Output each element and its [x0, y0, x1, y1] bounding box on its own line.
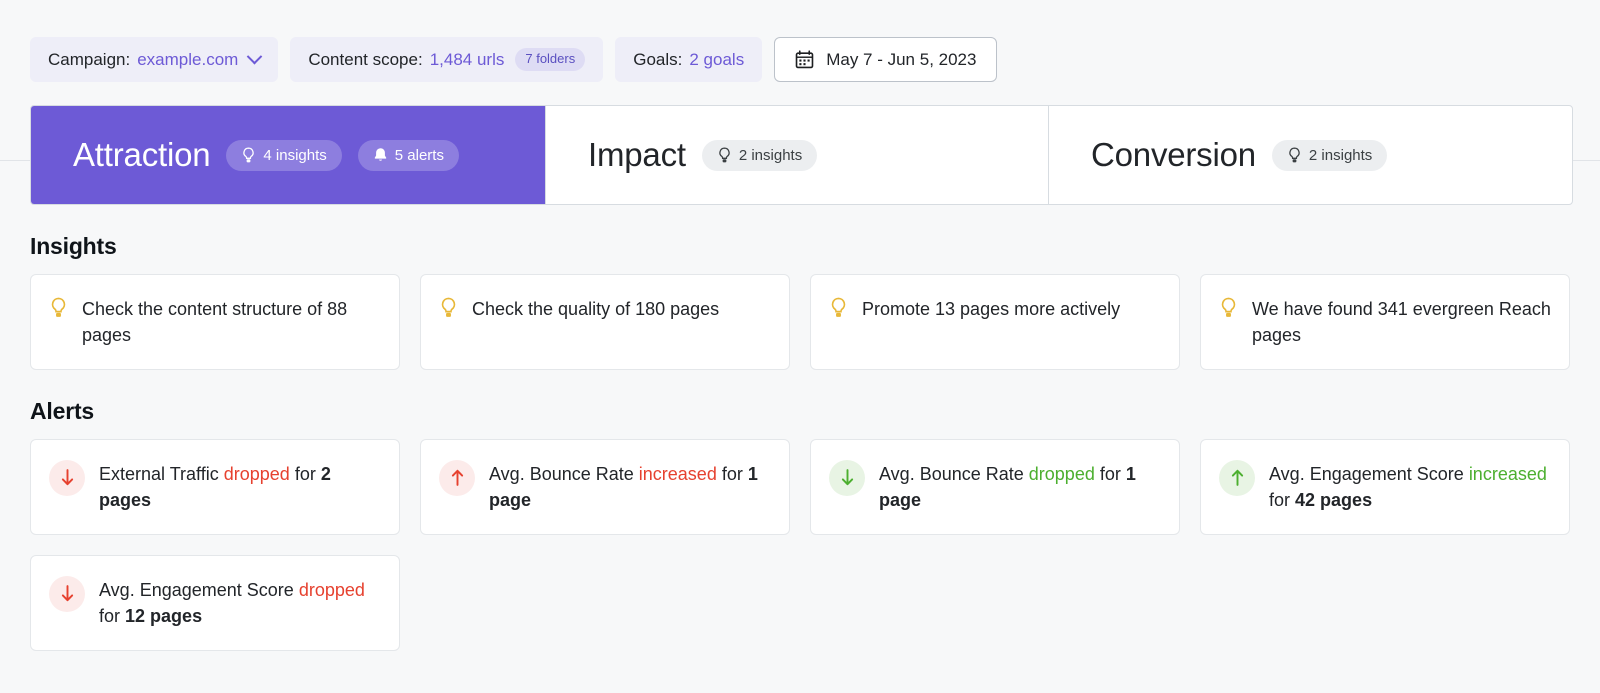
alert-change: dropped — [298, 579, 365, 600]
campaign-filter[interactable]: Campaign: example.com — [30, 37, 279, 82]
alert-connector: for — [294, 463, 316, 484]
campaign-label: Campaign: — [48, 49, 131, 69]
goals-value: 2 goals — [689, 49, 745, 69]
alert-metric: Avg. Engagement Score — [1269, 463, 1464, 484]
alert-metric: External Traffic — [99, 463, 219, 484]
content-scope-filter[interactable]: Content scope: 1,484 urls 7 folders — [290, 37, 604, 82]
campaign-value: example.com — [137, 49, 239, 69]
alerts-heading: Alerts — [30, 397, 94, 424]
tab-attraction-alerts-text: 5 alerts — [394, 146, 444, 164]
insight-card[interactable]: Promote 13 pages more actively — [810, 274, 1180, 370]
alert-change: increased — [638, 463, 717, 484]
arrow-down-icon — [829, 459, 865, 496]
alert-connector: for — [99, 606, 121, 627]
insights-card-list: Check the content structure of 88 pages … — [30, 274, 1570, 370]
tab-bar: Attraction 4 insights 5 alerts Impact 2 … — [30, 105, 1573, 205]
alert-change: dropped — [1028, 463, 1095, 484]
date-range-picker[interactable]: May 7 - Jun 5, 2023 — [774, 37, 998, 82]
tab-bar-wrapper: Attraction 4 insights 5 alerts Impact 2 … — [0, 95, 1600, 205]
insight-card[interactable]: Check the content structure of 88 pages — [30, 274, 400, 370]
goals-label: Goals: — [633, 49, 683, 69]
lightbulb-icon — [241, 146, 256, 164]
alert-card[interactable]: Avg. Bounce Rate dropped for 1 page — [810, 438, 1180, 535]
tab-attraction[interactable]: Attraction 4 insights 5 alerts — [31, 106, 546, 204]
chevron-down-icon — [247, 48, 263, 65]
insight-card-text: Promote 13 pages more actively — [862, 299, 1121, 319]
tab-conversion-insights-text: 2 insights — [1308, 146, 1373, 164]
alert-metric: Avg. Bounce Rate — [879, 463, 1024, 484]
arrow-up-icon — [439, 459, 475, 496]
lightbulb-icon — [439, 295, 458, 324]
alert-card-text: Avg. Engagement Score dropped for 12 pag… — [99, 576, 381, 630]
content-scope-label: Content scope: — [308, 49, 423, 69]
tab-attraction-insights-text: 4 insights — [263, 146, 327, 164]
insight-card[interactable]: Check the quality of 180 pages — [420, 274, 790, 370]
alert-metric: Avg. Bounce Rate — [489, 463, 634, 484]
alert-card-text: Avg. Engagement Score increased for 42 p… — [1269, 460, 1551, 514]
alert-connector: for — [1099, 463, 1121, 484]
bell-icon — [373, 147, 388, 163]
alert-connector: for — [1269, 490, 1291, 511]
content-scope-folders-badge: 7 folders — [515, 48, 586, 71]
alert-card-text: External Traffic dropped for 2 pages — [99, 460, 381, 514]
tab-conversion-insights-badge[interactable]: 2 insights — [1271, 139, 1388, 171]
insights-heading: Insights — [30, 233, 117, 259]
insights-section: Insights Check the content structure of … — [0, 233, 1600, 370]
insight-card-text: Check the quality of 180 pages — [472, 299, 720, 319]
insight-card-text: We have found 341 evergreen Reach pages — [1252, 299, 1551, 346]
arrow-down-icon — [49, 459, 85, 496]
arrow-up-icon — [1219, 459, 1255, 496]
alert-card-text: Avg. Bounce Rate increased for 1 page — [489, 460, 771, 514]
tab-attraction-insights-badge[interactable]: 4 insights — [226, 139, 342, 171]
tab-impact-insights-badge[interactable]: 2 insights — [701, 139, 818, 171]
tab-attraction-title: Attraction — [73, 136, 211, 173]
lightbulb-icon — [49, 295, 68, 324]
tab-impact[interactable]: Impact 2 insights — [546, 106, 1049, 204]
alert-card[interactable]: Avg. Engagement Score dropped for 12 pag… — [30, 554, 400, 651]
lightbulb-icon — [1287, 146, 1302, 164]
alert-connector: for — [721, 463, 743, 484]
alert-subject: 12 pages — [125, 606, 203, 627]
calendar-icon — [795, 50, 814, 69]
date-range-value: May 7 - Jun 5, 2023 — [826, 49, 977, 69]
alert-metric: Avg. Engagement Score — [99, 579, 294, 600]
alert-card-text: Avg. Bounce Rate dropped for 1 page — [879, 460, 1161, 514]
tab-attraction-alerts-badge[interactable]: 5 alerts — [357, 139, 459, 171]
alert-card[interactable]: Avg. Bounce Rate increased for 1 page — [420, 438, 790, 535]
insight-card[interactable]: We have found 341 evergreen Reach pages — [1200, 274, 1570, 370]
alert-card[interactable]: Avg. Engagement Score increased for 42 p… — [1200, 438, 1570, 535]
alert-change: dropped — [223, 463, 290, 484]
alert-card[interactable]: External Traffic dropped for 2 pages — [30, 438, 400, 535]
alert-change: increased — [1468, 463, 1547, 484]
tab-conversion[interactable]: Conversion 2 insights — [1049, 106, 1429, 204]
arrow-down-icon — [49, 575, 85, 612]
goals-filter[interactable]: Goals: 2 goals — [615, 37, 763, 82]
lightbulb-icon — [717, 146, 732, 164]
lightbulb-icon — [829, 295, 848, 324]
alert-subject: 42 pages — [1295, 490, 1373, 511]
insight-card-text: Check the content structure of 88 pages — [82, 299, 348, 346]
tab-impact-insights-text: 2 insights — [738, 146, 803, 164]
content-scope-value: 1,484 urls — [429, 49, 505, 69]
alerts-section: Alerts External Traffic dropped for 2 pa… — [0, 398, 1600, 651]
tab-conversion-title: Conversion — [1091, 136, 1256, 173]
filter-bar: Campaign: example.com Content scope: 1,4… — [0, 0, 1600, 95]
tab-impact-title: Impact — [588, 136, 686, 173]
alerts-card-list: External Traffic dropped for 2 pages Avg… — [30, 438, 1570, 651]
lightbulb-icon — [1219, 295, 1238, 324]
